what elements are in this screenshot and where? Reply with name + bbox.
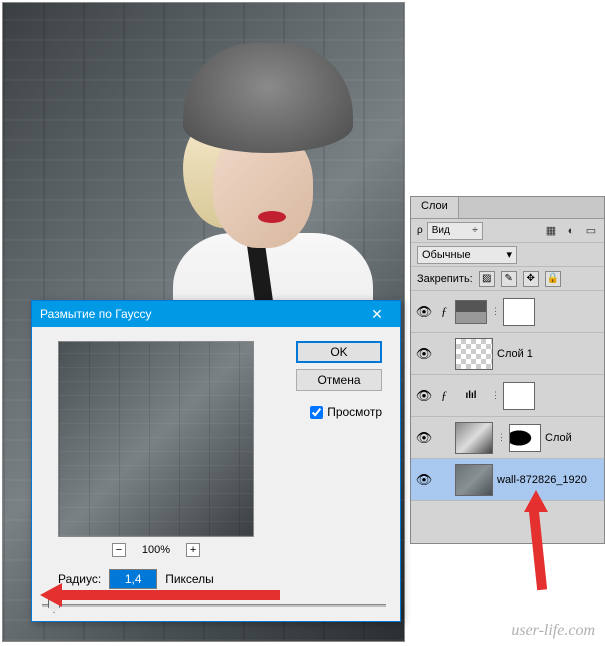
watermark: user-life.com <box>511 622 595 640</box>
layer-mask[interactable] <box>509 424 541 452</box>
layers-list: 👁 ƒ ⋮ 👁 Слой 1 👁 ƒ ılıl ⋮ 👁 ⋮ Слой <box>411 291 604 501</box>
filter-image-icon[interactable]: ▦ <box>544 224 558 238</box>
group-thumb <box>455 300 487 324</box>
panel-tabs: Слои <box>411 197 604 219</box>
radius-slider-thumb[interactable] <box>48 597 60 613</box>
blend-mode-value: Обычные <box>422 249 471 261</box>
preview-checkbox[interactable] <box>310 406 323 419</box>
layer-row[interactable]: 👁 wall-872826_1920 <box>411 459 604 501</box>
visibility-icon[interactable]: 👁 <box>415 429 433 447</box>
layer-name[interactable]: Слой <box>545 432 572 444</box>
dialog-titlebar[interactable]: Размытие по Гауссу ✕ <box>32 301 400 327</box>
gaussian-blur-dialog: Размытие по Гауссу ✕ − 100% + OK Отмена … <box>31 300 401 622</box>
radius-label: Радиус: <box>58 572 101 586</box>
link-icon: ⋮ <box>491 390 499 401</box>
layer-thumb <box>455 464 493 496</box>
radius-unit: Пикселы <box>165 572 214 586</box>
visibility-icon[interactable]: 👁 <box>415 345 433 363</box>
layer-row[interactable]: 👁 ƒ ⋮ <box>411 291 604 333</box>
filter-adjust-icon[interactable]: ◐ <box>564 224 578 238</box>
radius-input[interactable] <box>109 569 157 589</box>
close-button[interactable]: ✕ <box>362 306 392 323</box>
filter-label: Вид <box>432 225 450 236</box>
visibility-icon[interactable]: 👁 <box>415 303 433 321</box>
lock-position-icon[interactable]: ✥ <box>523 271 539 287</box>
layer-row[interactable]: 👁 ƒ ılıl ⋮ <box>411 375 604 417</box>
preview-checkbox-label: Просмотр <box>327 405 382 419</box>
filter-dropdown[interactable]: Вид ÷ <box>427 222 483 240</box>
layer-thumb <box>455 338 493 370</box>
lock-all-icon[interactable]: 🔒 <box>545 271 561 287</box>
chevron-down-icon: ▾ <box>506 248 512 261</box>
filter-mask-icon[interactable]: ▭ <box>584 224 598 238</box>
layer-row[interactable]: 👁 Слой 1 <box>411 333 604 375</box>
tab-layers[interactable]: Слои <box>411 197 459 218</box>
blend-row: Обычные ▾ <box>411 243 604 267</box>
blend-mode-dropdown[interactable]: Обычные ▾ <box>417 246 517 264</box>
lock-pixels-icon[interactable]: ▨ <box>479 271 495 287</box>
visibility-icon[interactable]: 👁 <box>415 387 433 405</box>
cancel-button[interactable]: Отмена <box>296 369 382 391</box>
preview-image[interactable] <box>58 341 254 537</box>
layer-mask[interactable] <box>503 382 535 410</box>
visibility-icon[interactable]: 👁 <box>415 471 433 489</box>
levels-icon: ılıl <box>455 386 487 406</box>
chevron-down-icon: ÷ <box>472 225 478 236</box>
zoom-value: 100% <box>142 544 170 556</box>
fx-icon: ƒ <box>437 388 451 403</box>
link-icon: ⋮ <box>497 432 505 443</box>
filter-kind-icon: ρ <box>417 225 423 236</box>
preview-checkbox-row[interactable]: Просмотр <box>310 405 382 419</box>
layer-thumb <box>455 422 493 454</box>
link-icon: ⋮ <box>491 306 499 317</box>
dialog-title-text: Размытие по Гауссу <box>40 307 151 321</box>
lock-label: Закрепить: <box>417 273 473 285</box>
layer-name[interactable]: wall-872826_1920 <box>497 474 587 486</box>
layer-row[interactable]: 👁 ⋮ Слой <box>411 417 604 459</box>
layer-name[interactable]: Слой 1 <box>497 348 533 360</box>
layer-filter-row: ρ Вид ÷ ▦ ◐ ▭ <box>411 219 604 243</box>
lock-row: Закрепить: ▨ ✎ ✥ 🔒 <box>411 267 604 291</box>
radius-slider-track[interactable] <box>42 604 386 607</box>
fx-icon: ƒ <box>437 304 451 319</box>
zoom-out-button[interactable]: − <box>112 543 126 557</box>
layers-panel: Слои ρ Вид ÷ ▦ ◐ ▭ Обычные ▾ Закрепить: … <box>410 196 605 544</box>
ok-button[interactable]: OK <box>296 341 382 363</box>
zoom-in-button[interactable]: + <box>186 543 200 557</box>
layer-mask[interactable] <box>503 298 535 326</box>
lock-brush-icon[interactable]: ✎ <box>501 271 517 287</box>
